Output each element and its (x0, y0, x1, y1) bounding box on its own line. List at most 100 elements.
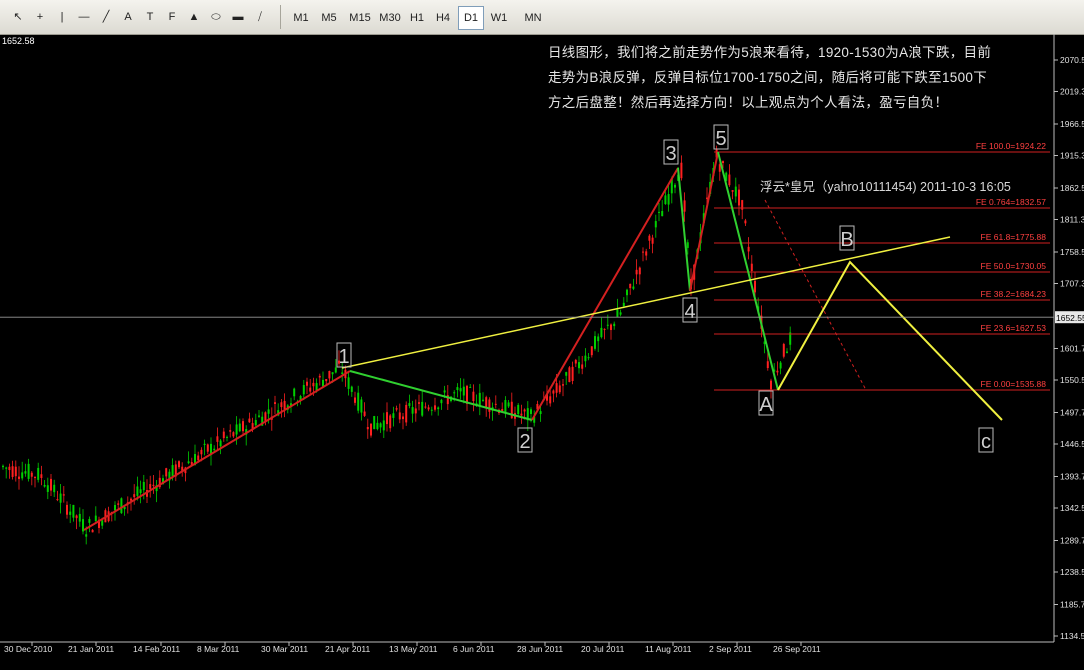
candle-body (517, 404, 520, 415)
wave-bc-projection (777, 260, 1003, 421)
candle-body (661, 211, 664, 217)
timeframe-d1-button[interactable]: D1 (458, 6, 484, 30)
analysis-note: 日线图形，我们将之前走势作为5浪来看待，1920-1530为A浪下跌，目前 走势… (548, 40, 1048, 115)
horizontal-line-icon[interactable]: — (74, 6, 94, 28)
candle-body (43, 484, 46, 487)
candle-body (530, 409, 532, 414)
candle-body (549, 396, 552, 404)
candle-body (142, 481, 145, 491)
elliott-wave-lines (83, 151, 1003, 531)
candle-body (117, 503, 120, 505)
wave-3-line (531, 167, 679, 421)
candle-body (347, 377, 350, 389)
fibo-level-label: FE 100.0=1924.22 (976, 141, 1046, 151)
rectangle-icon[interactable]: ▬ (228, 6, 248, 28)
candle-body (360, 399, 363, 413)
candle-body (626, 289, 628, 296)
candle-body (478, 392, 481, 407)
wave-4-line (677, 167, 691, 292)
trendline-icon[interactable]: ╱ (96, 6, 116, 28)
fibo-level-label: FE 38.2=1684.23 (981, 289, 1047, 299)
candle-body (315, 383, 318, 391)
candle-body (418, 402, 420, 404)
cursor-icon[interactable]: ↖ (8, 6, 28, 28)
candle-body (200, 449, 203, 455)
text-icon[interactable]: A (118, 6, 138, 28)
date-tick-label: 14 Feb 2011 (133, 644, 180, 654)
wave-label-2: 2 (519, 431, 530, 453)
ellipse-icon[interactable]: ⬭ (206, 6, 226, 28)
candle-body (120, 498, 123, 514)
crosshair-icon[interactable]: + (30, 6, 50, 28)
candle-body (613, 323, 616, 327)
candle-body (462, 386, 465, 396)
candle-body (229, 430, 232, 432)
candle-body (421, 401, 424, 416)
price-tick-label: 1185.70 (1060, 599, 1084, 609)
candle-body (738, 189, 740, 206)
candle-body (622, 302, 625, 307)
price-chart[interactable]: FE 100.0=1924.22 FE 0.764=1832.57 FE 61.8=… (0, 34, 1084, 670)
candle-body (405, 404, 408, 423)
candle-body (437, 407, 440, 410)
timeframe-h1-button[interactable]: H1 (404, 6, 430, 30)
text-label-icon[interactable]: T (140, 6, 160, 28)
wave-1-line (83, 370, 351, 531)
candle-body (82, 519, 84, 532)
candle-body (590, 346, 593, 356)
date-tick-label: 30 Dec 2010 (4, 644, 52, 654)
candle-body (587, 357, 590, 359)
timeframe-m15-button[interactable]: M15 (344, 6, 376, 30)
candle-body (558, 385, 561, 393)
candle-body (69, 511, 72, 515)
timeframe-m1-button[interactable]: M1 (288, 6, 314, 30)
candle-body (664, 195, 667, 205)
candle-body (555, 383, 558, 393)
candle-body (453, 392, 456, 394)
wave-label-b: B (840, 229, 853, 251)
candle-body (267, 409, 270, 414)
candle-body (293, 388, 296, 397)
candle-body (578, 362, 580, 369)
candle-body (46, 485, 49, 492)
candle-body (786, 351, 788, 353)
date-tick-label: 6 Jun 2011 (453, 644, 495, 654)
candle-body (728, 174, 731, 186)
date-tick-label: 20 Jul 2011 (581, 644, 625, 654)
candle-body (408, 403, 411, 406)
candle-body (18, 476, 20, 479)
timeframe-mn-button[interactable]: MN (520, 6, 546, 30)
price-tick-label: 1601.70 (1060, 343, 1084, 353)
timeframe-m30-button[interactable]: M30 (374, 6, 406, 30)
candle-body (280, 402, 283, 408)
wave-5-line (689, 151, 719, 292)
candle-body (373, 416, 376, 430)
candle-body (75, 515, 78, 519)
candle-body (213, 448, 216, 451)
timeframe-w1-button[interactable]: W1 (486, 6, 512, 30)
candle-body (520, 413, 523, 416)
timeframe-h4-button[interactable]: H4 (430, 6, 456, 30)
candle-body (302, 385, 305, 395)
vertical-line-icon[interactable]: | (52, 6, 72, 28)
candle-body (331, 372, 334, 375)
candle-body (178, 461, 180, 468)
timeframe-m5-button[interactable]: M5 (316, 6, 342, 30)
candle-body (642, 251, 644, 253)
date-tick-label: 8 Mar 2011 (197, 644, 240, 654)
candle-body (232, 432, 235, 437)
candle-body (274, 402, 276, 404)
candle-body (235, 424, 238, 435)
price-tick-label: 1497.70 (1060, 407, 1084, 417)
candle-body (523, 409, 526, 412)
candle-body (440, 399, 443, 404)
candle-body (206, 444, 209, 452)
fibonacci-icon[interactable]: F (162, 6, 182, 28)
arrow-up-icon[interactable]: ▲ (184, 6, 204, 28)
price-tick-label: 1342.50 (1060, 503, 1084, 513)
candle-body (222, 431, 225, 439)
channel-icon[interactable]: ⧸ (250, 6, 270, 28)
candle-body (2, 465, 4, 468)
date-tick-label: 26 Sep 2011 (773, 644, 821, 654)
candle-body (370, 423, 372, 436)
